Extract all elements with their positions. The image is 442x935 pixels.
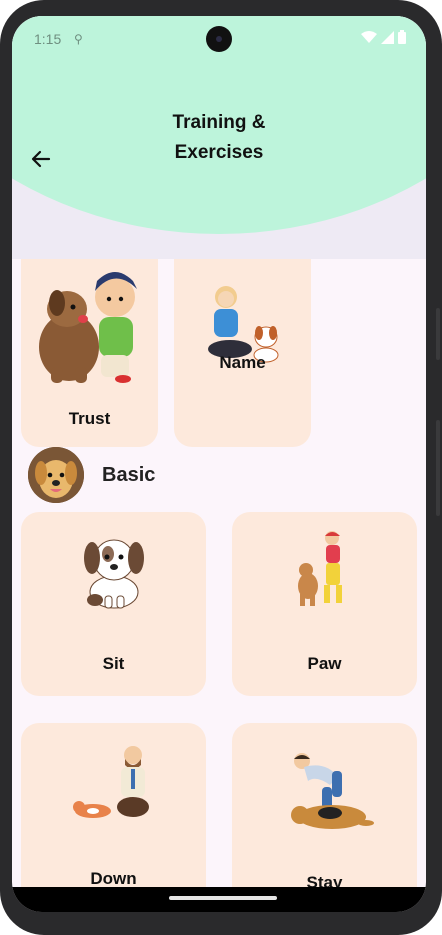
page-title: Training & Exercises [172,112,266,163]
card-name[interactable]: Name [174,259,311,447]
card-name-label: Name [219,353,266,372]
back-button[interactable] [26,144,56,174]
app-screen: 1:15 ⚲ Training & Exercises Trust Name B… [12,16,426,912]
girl-with-puppy-illustration [208,286,279,363]
camera-cutout [206,26,232,52]
card-trust[interactable]: Trust [21,259,158,447]
notification-icon: ⚲ [74,32,83,46]
card-stay[interactable]: Stay [232,723,417,887]
section-header-basic: Basic [28,447,155,503]
card-sit[interactable]: Sit [21,512,206,696]
phone-frame: 1:15 ⚲ Training & Exercises Trust Name B… [0,0,442,935]
wifi-icon [361,30,377,43]
man-petting-dog-illustration [291,753,374,829]
battery-icon [398,30,406,44]
man-with-lying-dog-illustration [73,746,149,818]
header: 1:15 ⚲ Training & Exercises [12,16,426,259]
arrow-left-icon [31,150,51,168]
card-paw[interactable]: Paw [232,512,417,696]
card-down[interactable]: Down [21,723,206,887]
card-sit-label: Sit [102,654,125,673]
card-trust-label: Trust [68,409,111,428]
training-list[interactable]: Trust Name Basic Sit Paw Down Stay [12,259,426,887]
card-paw-label: Paw [307,654,342,673]
status-time: 1:15 [34,31,62,47]
signal-icon [381,30,394,44]
boy-hugging-dog-illustration [39,272,137,383]
system-navigation-bar [12,887,426,912]
status-bar: 1:15 ⚲ [12,16,426,62]
card-down-label: Down [90,869,137,887]
section-title: Basic [102,463,156,486]
volume-button [436,420,440,516]
power-button [436,308,440,360]
dog-avatar [28,447,84,503]
kid-playing-with-dog-illustration [298,531,342,606]
sitting-puppy-illustration [84,539,144,609]
card-stay-label: Stay [306,873,343,887]
home-gesture-handle[interactable] [169,896,277,900]
